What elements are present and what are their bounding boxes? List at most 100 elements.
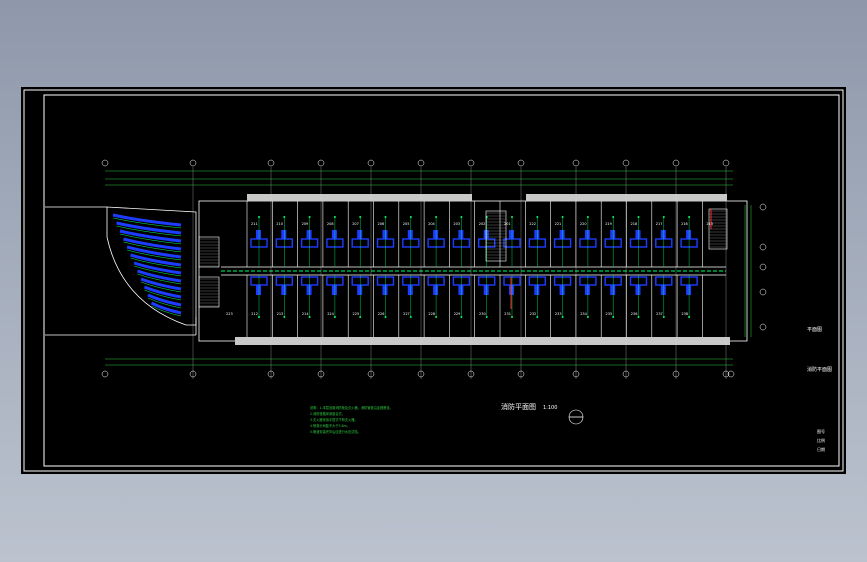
fixture-block: [331, 230, 337, 239]
side-label: 平面图: [807, 327, 822, 333]
room-number: 224: [327, 312, 334, 316]
room-number: 207: [352, 222, 359, 226]
title-block-field-1: 图号: [817, 428, 825, 434]
drawing-title: 消防平面图: [501, 402, 536, 411]
fixture-block: [660, 230, 666, 239]
axis-bubble: [722, 159, 730, 167]
room-number: 231: [504, 312, 511, 316]
room-number: 210: [276, 222, 283, 226]
room-number: 225: [353, 312, 360, 316]
stair-box: [485, 210, 507, 262]
room-number: 219: [605, 222, 612, 226]
fixture-block: [635, 230, 641, 239]
room-number: 203: [453, 222, 460, 226]
fixture-block: [534, 285, 540, 295]
room-number: 208: [327, 222, 334, 226]
room-number: 204: [428, 222, 435, 226]
fixture-block: [610, 285, 616, 295]
fixture-block: [281, 285, 287, 295]
fixture-block: [407, 285, 413, 295]
room-number: 220: [580, 222, 587, 226]
fixture-block: [281, 230, 287, 239]
axis-bubble: [517, 159, 525, 167]
cad-viewport[interactable]: 消防平面图 1:100 平面图 消防平面图 图号 比例 日期 说明：1.本层设置…: [21, 87, 846, 474]
axis-bubble: [759, 203, 767, 211]
room-number: 215: [706, 222, 713, 226]
title-block-field-3: 日期: [817, 446, 825, 452]
fixture-block: [686, 285, 692, 295]
room-number: 237: [656, 312, 663, 316]
building-plan: [45, 159, 767, 425]
axis-bubble: [317, 159, 325, 167]
room-number: 206: [378, 222, 385, 226]
fixture-block: [433, 285, 439, 295]
axis-bubble: [101, 159, 109, 167]
floor-plan-drawing: 消防平面图 1:100 平面图 消防平面图 图号 比例 日期 说明：1.本层设置…: [23, 89, 844, 472]
axis-bubble: [267, 159, 275, 167]
top-wall-band: [526, 194, 727, 201]
room-number: 216: [681, 222, 688, 226]
room-number: 234: [580, 312, 587, 316]
fixture-block: [306, 285, 312, 295]
fixture-block: [433, 230, 439, 239]
axis-bubble: [417, 159, 425, 167]
bottom-wall-band: [235, 337, 730, 345]
room-number: 230: [479, 312, 486, 316]
room-number: 211: [251, 222, 258, 226]
room-number: 209: [302, 222, 309, 226]
fixture-block: [509, 230, 514, 239]
axis-bubble: [622, 159, 630, 167]
fixture-block: [559, 230, 565, 239]
axis-bubble: [759, 323, 767, 331]
room-number: 205: [403, 222, 410, 226]
axis-bubble: [672, 159, 680, 167]
room-number: 228: [428, 312, 435, 316]
fixture-block: [256, 285, 261, 295]
room-number: 213: [277, 312, 284, 316]
room-number: 236: [631, 312, 638, 316]
fixture-block: [483, 285, 489, 295]
room-number: 214: [302, 312, 309, 316]
stair-box: [198, 276, 220, 308]
room-number: 232: [530, 312, 537, 316]
room-number: 221: [555, 222, 562, 226]
drawing-scale: 1:100: [543, 405, 557, 411]
note-line-4: 4.喷淋头间距不大于3.6m。: [310, 423, 350, 428]
fixture-block: [610, 230, 616, 239]
axis-bubble: [759, 263, 767, 271]
room-number: 227: [403, 312, 410, 316]
room-number: 235: [606, 312, 613, 316]
axis-bubble: [467, 159, 475, 167]
fixture-block: [660, 285, 666, 295]
title-block-field-2: 比例: [817, 437, 825, 443]
room-number: 212: [251, 312, 258, 316]
room-number: 233: [555, 312, 562, 316]
note-line-1: 说明：1.本层设置消防栓及灭火器，消防管道沿走廊敷设。: [310, 405, 393, 410]
axis-bubble: [759, 243, 767, 251]
axis-bubble: [759, 288, 767, 296]
axis-bubble: [367, 159, 375, 167]
axis-bubble: [101, 370, 109, 378]
axis-bubble: [572, 159, 580, 167]
room-number: 223: [226, 312, 233, 316]
room-number: 226: [378, 312, 385, 316]
fixture-block: [331, 285, 337, 295]
fixture-block: [534, 230, 540, 239]
fixture-block: [584, 285, 590, 295]
note-line-5: 5.管道安装完毕后应进行水压试验。: [310, 429, 361, 434]
room-number: 202: [479, 222, 486, 226]
room-number: 222: [529, 222, 536, 226]
drawing-text-layer: 消防平面图 1:100 平面图 消防平面图 图号 比例 日期 说明：1.本层设置…: [310, 327, 832, 452]
fixture-block: [686, 230, 692, 239]
top-wall-band: [247, 194, 472, 201]
room-number: 238: [681, 312, 688, 316]
inner-frame: [43, 94, 840, 467]
fixture-block: [407, 230, 413, 239]
room-number: 218: [631, 222, 638, 226]
room-number: 217: [656, 222, 663, 226]
fixture-block: [357, 285, 363, 295]
stair-box: [198, 236, 220, 268]
fixture-block: [458, 285, 464, 295]
fixture-block: [559, 285, 565, 295]
fixture-block: [635, 285, 641, 295]
